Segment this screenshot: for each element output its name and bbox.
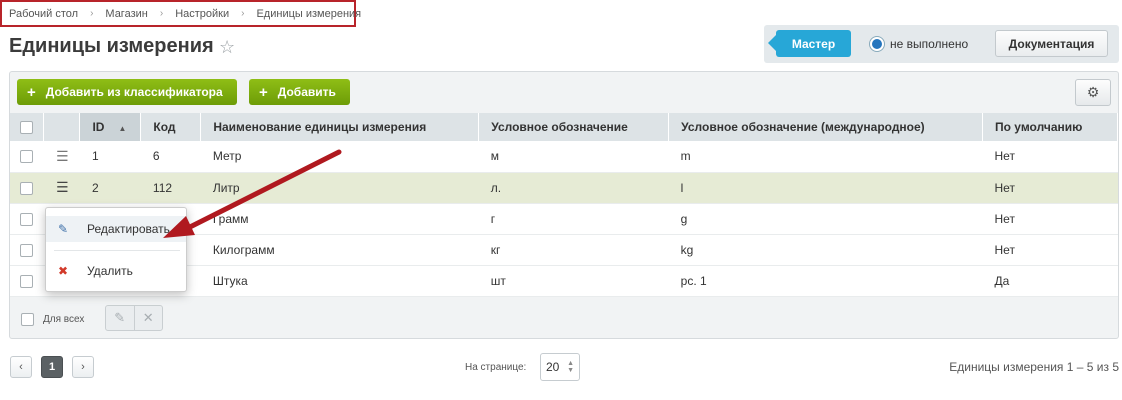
current-page-button[interactable]: 1 [41,356,63,378]
group-delete-x-icon[interactable]: ✕ [135,306,163,330]
cell-intl-symbol: g [668,203,983,235]
cell-id: 2 [79,172,141,204]
favorite-star-icon[interactable]: ☆ [219,37,235,58]
menu-divider [54,250,180,251]
master-button[interactable]: Мастер [768,30,851,57]
master-panel: Мастер не выполнено Документация [764,25,1119,63]
breadcrumb-separator-icon: › [241,8,245,19]
add-label: Добавить [277,85,336,99]
status-dot-icon [870,37,884,51]
cell-name: Литр [200,172,479,204]
cell-intl-symbol: kg [668,234,983,266]
select-all-checkbox[interactable] [20,121,33,135]
for-all-checkbox[interactable] [21,312,34,326]
cell-symbol: г [478,203,669,235]
row-menu-icon[interactable]: ☰ [56,179,69,195]
breadcrumb-item-desktop[interactable]: Рабочий стол [9,8,78,20]
breadcrumb-separator-icon: › [90,8,94,19]
edit-pencil-icon: ✎ [58,222,69,236]
cell-intl-symbol: l [668,172,983,204]
group-edit-pencil-icon[interactable]: ✎ [106,306,135,330]
actions-header [43,113,81,141]
cell-default: Да [982,265,1118,297]
page-title: Единицы измерения [9,35,214,57]
cell-symbol: м [478,141,669,173]
row-checkbox[interactable] [20,243,33,257]
cell-name: Метр [200,141,479,173]
breadcrumb-item-units[interactable]: Единицы измерения [256,8,361,20]
cell-name: Штука [200,265,479,297]
cell-default: Нет [982,141,1118,173]
row-checkbox-cell [10,141,44,173]
menu-item-edit[interactable]: ✎ Редактировать [46,216,186,242]
cell-name: Грамм [200,203,479,235]
row-context-menu: ✎ Редактировать ✖ Удалить [45,207,187,292]
cell-id: 1 [79,141,141,173]
row-checkbox[interactable] [20,181,33,195]
grid-settings-button[interactable]: ⚙ [1075,79,1111,106]
cell-symbol: шт [478,265,669,297]
grid-panel: + Добавить из классификатора + Добавить … [9,71,1119,339]
add-from-classifier-button[interactable]: + Добавить из классификатора [17,79,237,105]
cell-name: Килограмм [200,234,479,266]
menu-item-delete[interactable]: ✖ Удалить [46,258,186,284]
row-checkbox-cell [10,172,44,204]
table-row[interactable]: ☰ 2 112 Литр л. l Нет [10,172,1118,204]
row-checkbox[interactable] [20,274,33,288]
group-action-buttons: ✎ ✕ [105,305,163,331]
gear-icon: ⚙ [1086,84,1100,100]
row-checkbox-cell [10,203,44,235]
per-page-select[interactable]: 20 ▲ ▼ [540,353,580,381]
add-from-classifier-label: Добавить из классификатора [45,85,223,99]
breadcrumb-item-settings[interactable]: Настройки [175,8,229,20]
row-menu-icon[interactable]: ☰ [56,148,69,164]
row-menu-cell: ☰ [43,172,80,204]
menu-item-delete-label: Удалить [87,264,133,278]
breadcrumb: Рабочий стол › Магазин › Настройки › Еди… [0,0,361,27]
column-header-code[interactable]: Код [140,113,202,141]
row-checkbox-cell [10,265,44,297]
table-row[interactable]: ☰ 1 6 Метр м m Нет [10,141,1118,173]
group-actions-bar: Для всех ✎ ✕ [10,300,1118,338]
row-checkbox-cell [10,234,44,266]
column-header-intl-symbol[interactable]: Условное обозначение (международное) [668,113,984,141]
next-page-button[interactable]: › [72,356,94,378]
column-header-id[interactable]: ID ▲ [79,113,142,141]
add-button[interactable]: + Добавить [249,79,350,105]
plus-icon: + [27,83,36,101]
menu-item-edit-label: Редактировать [87,222,170,236]
cell-default: Нет [982,234,1118,266]
per-page-label: На странице: [465,362,527,373]
column-header-name[interactable]: Наименование единицы измерения [200,113,480,141]
for-all-label: Для всех [43,313,85,325]
row-menu-cell: ☰ [43,141,80,173]
row-checkbox[interactable] [20,212,33,226]
select-all-cell [10,113,45,141]
cell-default: Нет [982,203,1118,235]
per-page-value: 20 [546,360,560,374]
master-status: не выполнено [890,37,969,51]
cell-symbol: кг [478,234,669,266]
cell-code: 6 [140,141,201,173]
cell-default: Нет [982,172,1118,204]
column-header-default[interactable]: По умолчанию [982,113,1118,141]
breadcrumb-separator-icon: › [159,8,164,19]
prev-page-button[interactable]: ‹ [10,356,32,378]
chevron-right-icon: › [81,361,85,373]
sort-asc-icon: ▲ [118,124,127,133]
up-down-icon: ▲ ▼ [567,360,574,374]
chevron-left-icon: ‹ [19,361,23,373]
records-summary: Единицы измерения 1 – 5 из 5 [949,360,1119,374]
cell-symbol: л. [478,172,669,204]
plus-icon: + [259,83,268,101]
breadcrumb-item-shop[interactable]: Магазин [105,8,147,20]
cell-intl-symbol: m [668,141,983,173]
cell-intl-symbol: pc. 1 [668,265,983,297]
cell-code: 112 [140,172,201,204]
documentation-button[interactable]: Документация [995,30,1108,57]
column-header-symbol[interactable]: Условное обозначение [478,113,670,141]
row-checkbox[interactable] [20,150,33,164]
delete-x-icon: ✖ [58,264,69,278]
